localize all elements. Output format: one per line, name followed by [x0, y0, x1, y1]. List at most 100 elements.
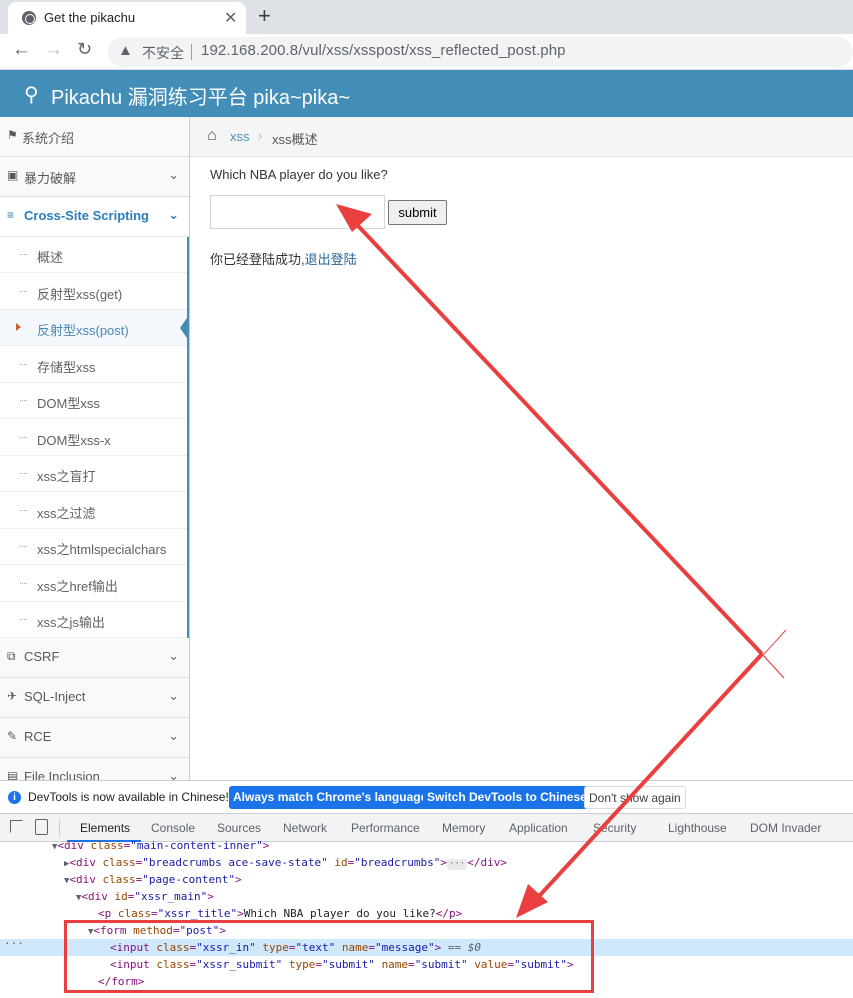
brand-title[interactable]: Pikachu 漏洞练习平台 pika~pika~	[51, 81, 350, 110]
tab-lighthouse[interactable]: Lighthouse	[668, 821, 727, 835]
tab-console[interactable]: Console	[151, 821, 195, 835]
sidebar-item-rce[interactable]: ✎ RCE ⌄	[0, 718, 189, 758]
submenu-item-label: xss之盲打	[37, 469, 96, 484]
tab-network[interactable]: Network	[283, 821, 327, 835]
active-pointer	[180, 315, 189, 341]
insecure-label[interactable]: 不安全	[142, 43, 184, 63]
tree-dash	[20, 546, 27, 547]
tab-performance[interactable]: Performance	[351, 821, 420, 835]
dont-show-again-button[interactable]: Don't show again	[584, 786, 686, 809]
tree-dash	[20, 254, 27, 255]
tree-dash	[20, 619, 27, 620]
lock-icon: ▣	[7, 168, 19, 182]
dom-node[interactable]: ▼<div class="page-content">	[0, 871, 853, 888]
sidebar-item-bruteforce[interactable]: ▣ 暴力破解 ⌄	[0, 157, 189, 197]
sidebar-item-csrf[interactable]: ⧉ CSRF ⌄	[0, 638, 189, 678]
tab-application[interactable]: Application	[509, 821, 568, 835]
url-text[interactable]: 192.168.200.8/vul/xss/xsspost/xss_reflec…	[201, 42, 566, 59]
pencil-icon: ✎	[7, 729, 18, 743]
match-language-button[interactable]: Always match Chrome's language	[229, 786, 432, 809]
tabbar-divider	[59, 819, 60, 837]
submenu-item-label: xss之js输出	[37, 615, 105, 630]
device-toolbar-icon[interactable]	[35, 819, 48, 835]
tab-sources[interactable]: Sources	[217, 821, 261, 835]
close-icon[interactable]: ✕	[224, 8, 237, 28]
caret-right-icon	[16, 323, 21, 331]
sidebar-item-fileinclusion[interactable]: ▤ File Inclusion ⌄	[0, 758, 189, 780]
inspect-element-icon[interactable]	[10, 820, 23, 833]
tree-dash	[20, 582, 27, 584]
sidebar-item-xss[interactable]: ≡ Cross-Site Scripting ⌄	[0, 197, 189, 237]
submenu-item[interactable]: DOM型xss	[0, 383, 187, 419]
submenu-item-label: 反射型xss(post)	[37, 323, 129, 338]
submenu-item-label: xss之htmlspecialchars	[37, 542, 167, 557]
logout-link[interactable]: 退出登陆	[305, 252, 357, 267]
xss-submenu: 概述 反射型xss(get) 反射型xss(post) 存储型xss DOM型x…	[0, 237, 189, 639]
sidebar-item-label: RCE	[24, 729, 52, 744]
gutter-menu-icon[interactable]: ···	[4, 937, 24, 950]
tree-dash	[20, 363, 27, 365]
breadcrumb-separator: ›	[258, 128, 263, 143]
share-icon: ⧉	[7, 649, 16, 663]
login-status-text: 你已经登陆成功,	[210, 252, 305, 267]
annotation-highlight-box	[64, 920, 594, 993]
chevron-down-icon: ⌄	[168, 768, 179, 780]
submenu-item[interactable]: 存储型xss	[0, 347, 187, 383]
submenu-item-label: DOM型xss-x	[37, 432, 111, 448]
submenu-item-label: xss之过滤	[37, 505, 96, 521]
tab-elements[interactable]: Elements	[80, 821, 130, 835]
sidebar-item-sqlinject[interactable]: ✈ SQL-Inject ⌄	[0, 678, 189, 718]
dom-node[interactable]: ▼<div class="main-content-inner">	[0, 837, 853, 854]
app-header: ⚲ Pikachu 漏洞练习平台 pika~pika~	[0, 70, 853, 117]
new-tab-button[interactable]: +	[258, 3, 271, 29]
breadcrumb-link-xss[interactable]: xss	[230, 129, 250, 144]
dom-node[interactable]: ▶<div class="breadcrumbs ace-save-state"…	[0, 854, 853, 871]
login-status: 你已经登陆成功,退出登陆	[210, 249, 357, 268]
tree-dash	[20, 509, 27, 511]
sidebar: ⚑ 系统介绍 ▣ 暴力破解 ⌄ ≡ Cross-Site Scripting ⌄…	[0, 117, 190, 780]
key-icon: ⚲	[24, 84, 39, 106]
submenu-item[interactable]: xss之盲打	[0, 456, 187, 492]
home-icon[interactable]: ⌂	[207, 127, 217, 145]
browser-toolbar: ← → ↻ ▲ 不安全 192.168.200.8/vul/xss/xsspos…	[0, 34, 853, 70]
submenu-item-label: xss之href输出	[37, 578, 118, 594]
address-bar[interactable]: ▲ 不安全 192.168.200.8/vul/xss/xsspost/xss_…	[108, 37, 853, 67]
submenu-item[interactable]: DOM型xss-x	[0, 420, 187, 456]
tree-dash	[20, 290, 27, 292]
sidebar-item-intro[interactable]: ⚑ 系统介绍	[0, 117, 189, 157]
submenu-item[interactable]: 反射型xss(get)	[0, 274, 187, 310]
page-content: Which NBA player do you like? submit 你已经…	[190, 157, 853, 780]
tab-security[interactable]: Security	[593, 821, 636, 835]
switch-chinese-button[interactable]: Switch DevTools to Chinese	[423, 786, 591, 809]
submenu-item-label: 概述	[37, 250, 64, 265]
submenu-item[interactable]: xss之js输出	[0, 602, 187, 638]
submit-button[interactable]: submit	[388, 200, 447, 225]
submenu-item[interactable]: 概述	[0, 237, 187, 273]
warning-icon[interactable]: ▲	[118, 42, 133, 59]
chevron-down-icon: ⌄	[168, 207, 179, 222]
forward-arrow-icon[interactable]: →	[44, 39, 63, 61]
tab-memory[interactable]: Memory	[442, 821, 485, 835]
sidebar-item-label: 系统介绍	[22, 131, 75, 146]
omnibox-divider	[191, 44, 192, 60]
reload-icon[interactable]: ↻	[77, 39, 92, 60]
submenu-item[interactable]: xss之htmlspecialchars	[0, 529, 187, 565]
tab-dom-invader[interactable]: DOM Invader	[750, 821, 821, 835]
submenu-item-current[interactable]: 反射型xss(post)	[0, 310, 189, 346]
question-text: Which NBA player do you like?	[210, 167, 388, 182]
submenu-item[interactable]: xss之过滤	[0, 493, 187, 529]
submenu-item-label: 存储型xss	[37, 359, 96, 375]
chevron-down-icon: ⌄	[168, 728, 179, 743]
dom-node[interactable]: ▼<div id="xssr_main">	[0, 888, 853, 905]
tag-icon: ⚑	[7, 128, 18, 142]
message-input[interactable]	[210, 195, 385, 229]
list-icon: ≡	[7, 208, 15, 222]
globe-icon	[22, 11, 36, 25]
chevron-down-icon: ⌄	[168, 648, 179, 663]
submenu-item[interactable]: xss之href输出	[0, 566, 187, 602]
tree-dash	[20, 436, 27, 438]
browser-tab[interactable]: Get the pikachu ✕	[8, 2, 246, 34]
back-arrow-icon[interactable]: ←	[12, 39, 31, 61]
chevron-down-icon: ⌄	[168, 688, 179, 703]
sidebar-item-label: CSRF	[24, 649, 60, 664]
